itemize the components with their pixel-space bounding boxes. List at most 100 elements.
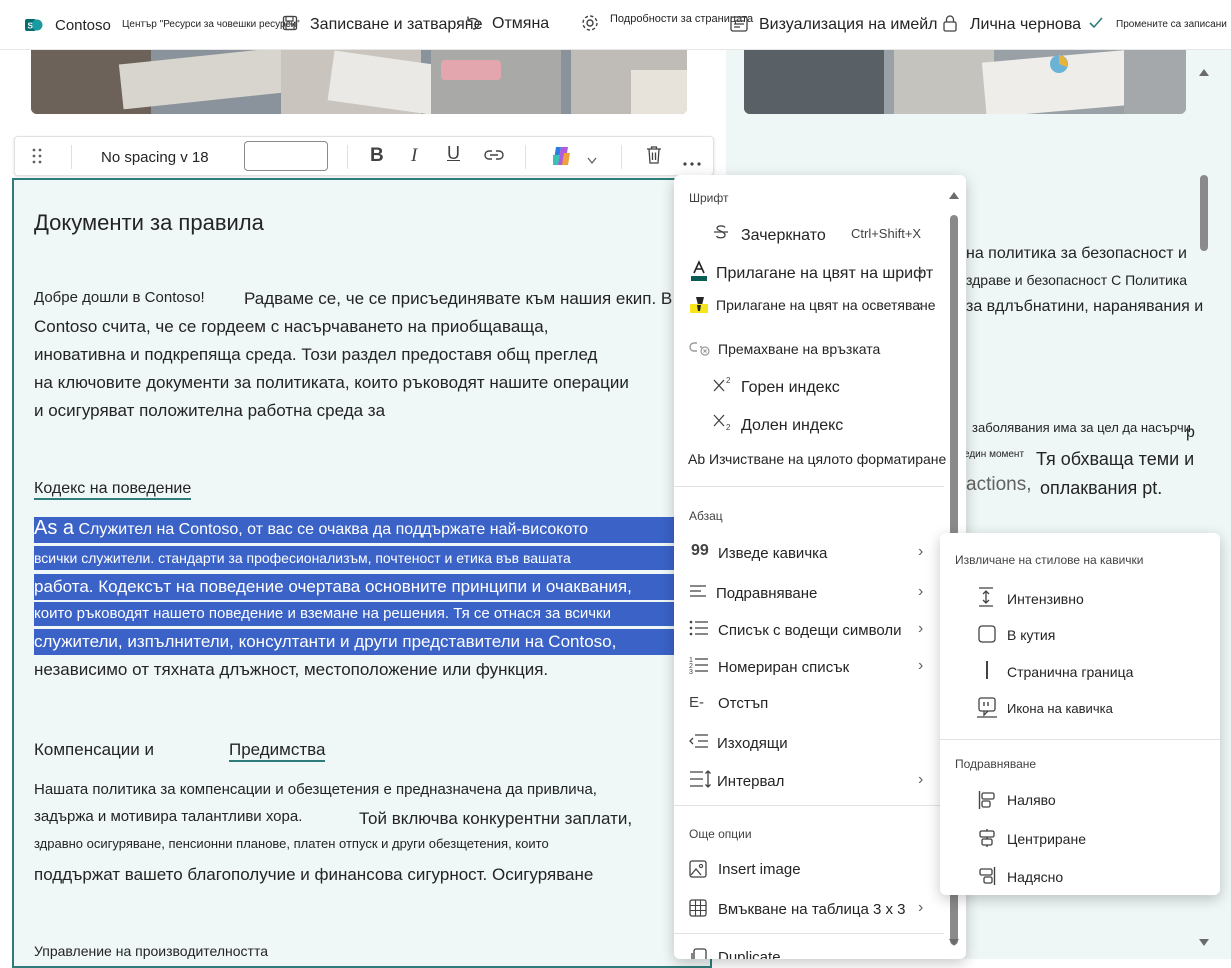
chevron-right-icon: › [918,620,924,637]
intro-text-5: на ключовите документи за политиката, ко… [34,373,629,392]
superscript-label: Горен индекс [741,379,840,396]
conduct-heading: Кодекс на поведение [34,480,192,500]
duplicate-item[interactable]: Duplicate [674,945,946,959]
duplicate-icon [689,948,707,959]
align-center-item[interactable]: Центриране [940,823,1220,853]
right-text-line-4b: р [1186,424,1195,441]
drag-handle-icon[interactable] [31,147,43,170]
quote-styles-header: Извличане на стилове на кавички [955,553,1144,567]
insert-image-item[interactable]: Insert image [674,855,946,885]
strikethrough-icon [712,223,730,246]
scroll-up-arrow[interactable] [1198,64,1210,82]
vertical-scrollbar-thumb[interactable] [1200,175,1208,251]
save-close-label: Записване и затваряне [310,16,483,33]
intense-style-item[interactable]: Интензивно [940,583,1220,613]
align-right-item[interactable]: Надясно [940,861,1220,891]
remove-link-label: Премахване на връзката [718,341,881,357]
chevron-down-icon[interactable] [587,152,597,170]
text-web-part[interactable]: Документи за правила Добре дошли в Conto… [12,178,712,968]
text-style-dropdown[interactable]: No spacing v 18 [101,149,209,166]
text-format-toolbar: No spacing v 18 B I U [14,136,714,176]
link-icon[interactable] [483,148,505,167]
font-color-icon [690,260,708,287]
outdent-label: Изходящи [717,735,788,752]
line-spacing-icon [689,769,713,794]
copilot-icon[interactable] [550,145,572,172]
boxed-style-label: В кутия [1007,627,1056,643]
trash-icon[interactable] [645,145,663,170]
align-left-label: Наляво [1007,792,1056,808]
clear-formatting-item[interactable]: Ab Изчистване на цялото форматиране [674,445,946,475]
more-options-icon[interactable] [683,153,701,171]
strikethrough-shortcut: Ctrl+Shift+X [851,226,922,241]
menu-separator [674,486,944,487]
more-options-header: Още опции [689,827,752,841]
scroll-down-arrow[interactable] [1198,935,1210,953]
conduct-selected-line-3: работа. Кодексът на поведение очертава о… [34,574,674,600]
highlight-color-item[interactable]: Прилагане на цвят на осветяване › [674,291,946,321]
svg-text:S: S [28,22,34,31]
alignment-item[interactable]: Подравняване › [674,577,946,607]
formatting-menu: Шрифт Зачеркнато Ctrl+Shift+X Прилагане … [674,175,966,959]
table-icon [689,899,707,922]
superscript-item[interactable]: 2 Горен индекс [674,371,946,401]
menu-scroll-down-arrow[interactable] [948,935,960,953]
pull-quote-item[interactable]: 99 Изведе кавичка › [674,537,946,567]
right-text-line-3: за вдлъбнатини, наранявания и [966,298,1204,315]
image-icon [689,860,707,883]
hub-name[interactable]: Център "Ресурси за човешки ресурси" [122,19,300,30]
paragraph-section-header: Абзац [689,509,723,523]
highlighter-icon [689,295,709,322]
command-bar: S Contoso Център "Ресурси за човешки рес… [0,0,1231,50]
page-border-style-item[interactable]: Странична граница [940,656,1220,686]
right-text-line-5b: Тя обхваща теми и [1036,449,1195,469]
toolbar-divider [347,145,348,169]
insert-table-item[interactable]: Вмъкване на таблица 3 x 3 › [674,894,946,924]
align-left-item[interactable]: Наляво [940,785,1220,815]
subscript-item[interactable]: 2 Долен индекс [674,409,946,439]
font-color-item[interactable]: Прилагане на цвят на шрифт › [674,257,946,287]
chevron-right-icon: › [918,263,924,280]
private-draft-label: Лична чернова [970,16,1082,33]
menu-separator [674,805,944,806]
chevron-right-icon: › [918,297,924,314]
bullets-item[interactable]: Списък с водещи символи › [674,614,946,644]
conduct-selected-line-1: As a Служител на Contoso, от вас се очак… [34,517,674,543]
boxed-style-item[interactable]: В кутия [940,619,1220,649]
menu-scroll-up-arrow[interactable] [948,187,960,205]
toolbar-divider [621,145,622,169]
svg-text:2: 2 [726,423,731,431]
outdent-item[interactable]: Изходящи [674,727,946,757]
numbered-item[interactable]: 123 Номериран списък › [674,651,946,681]
spacing-item[interactable]: Интервал › [674,765,946,795]
align-right-label: Надясно [1007,869,1064,885]
lock-icon [942,14,958,37]
compensation-heading-2: Предимства [229,740,326,762]
sharepoint-logo-icon: S [25,16,43,34]
chevron-right-icon: › [918,657,924,674]
conduct-text-6: независимо от тяхната длъжност, местопол… [34,660,549,679]
menu-separator [674,933,944,934]
conduct-selected-line-2: всички служители. стандарти за професион… [34,546,674,570]
bold-button[interactable]: B [370,145,384,167]
remove-link-item[interactable]: Премахване на връзката [674,333,946,363]
compensation-heading-1: Компенсации и [34,740,154,759]
right-text-line-2: здраве и безопасност С Политика [966,272,1188,288]
underline-button[interactable]: U [447,143,460,164]
save-icon [282,15,298,36]
subscript-label: Долен индекс [741,417,844,434]
indent-label: Отстъп [718,695,769,712]
intense-style-label: Интензивно [1007,591,1084,607]
intro-text-3: Contoso считa, че се гордеем с насърчава… [34,317,549,336]
font-size-input[interactable] [244,141,328,171]
site-name[interactable]: Contoso [55,17,111,34]
italic-button[interactable]: I [411,145,417,167]
quote-icon-style-item[interactable]: Икона на кавичка [940,693,1220,723]
chevron-right-icon: › [918,771,924,788]
indent-icon: E- [689,694,704,711]
intro-text-4: иновативна и подкрепяща среда. Този разд… [34,345,598,364]
strikethrough-item[interactable]: Зачеркнато Ctrl+Shift+X [674,219,946,249]
align-left-box-icon [978,790,996,815]
indent-item[interactable]: E- Отстъп [674,689,946,719]
intense-style-icon [978,587,994,612]
